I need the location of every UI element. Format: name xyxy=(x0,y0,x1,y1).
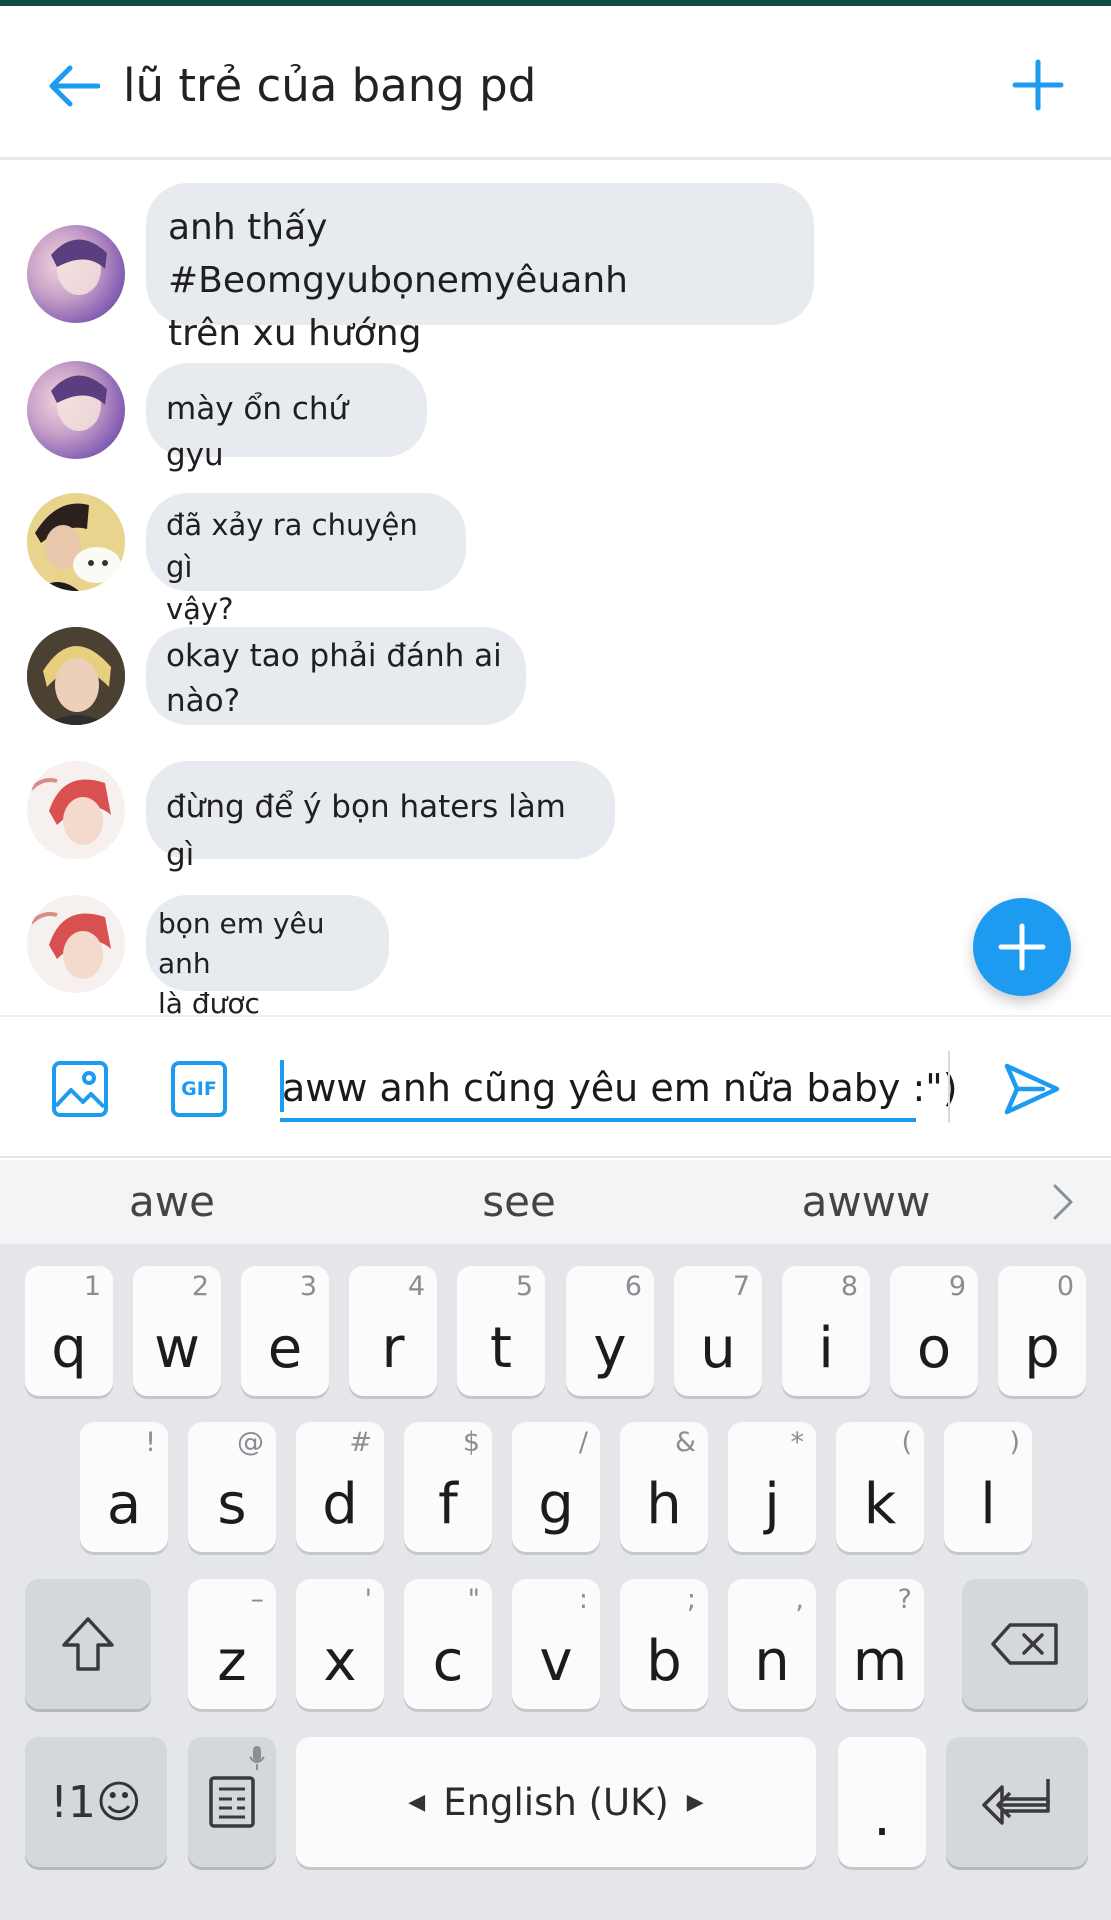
key-i[interactable]: 8i xyxy=(782,1266,870,1396)
message-text: bọn em yêu anh là được xyxy=(158,907,325,1020)
key-j[interactable]: * j xyxy=(728,1422,816,1552)
key-x[interactable]: ' x xyxy=(296,1579,384,1709)
backspace-key[interactable] xyxy=(962,1579,1088,1709)
key-n[interactable]: ,n xyxy=(728,1579,816,1709)
avatar[interactable] xyxy=(27,761,125,859)
space-bar-language: English (UK) xyxy=(443,1780,669,1824)
key-e[interactable]: 3e xyxy=(241,1266,329,1396)
suggestion[interactable]: awww xyxy=(736,1160,996,1244)
avatar[interactable] xyxy=(27,361,125,459)
message-composer: GIF aww anh cũng yêu em nữa baby :") xyxy=(0,1015,1111,1158)
language-right-icon: ▶ xyxy=(686,1789,704,1815)
message-row: mày ổn chứ gyu xyxy=(0,361,1111,473)
image-icon xyxy=(52,1061,108,1117)
key-z[interactable]: – z xyxy=(188,1579,276,1709)
clipboard-icon xyxy=(209,1776,255,1828)
arrow-left-icon xyxy=(49,65,100,107)
message-bubble[interactable]: okay tao phải đánh ai nào? xyxy=(146,627,526,725)
back-button[interactable] xyxy=(44,56,104,116)
key-u[interactable]: 7u xyxy=(674,1266,762,1396)
image-attach-button[interactable] xyxy=(50,1059,110,1119)
key-o[interactable]: 9o xyxy=(890,1266,978,1396)
avatar[interactable] xyxy=(27,627,125,725)
key-k[interactable]: (k xyxy=(836,1422,924,1552)
key-t[interactable]: 5t xyxy=(457,1266,545,1396)
message-input[interactable]: aww anh cũng yêu em nữa baby :") xyxy=(280,1052,958,1122)
conversation-title: lũ trẻ của bang pd xyxy=(123,59,537,112)
key-p[interactable]: 0p xyxy=(998,1266,1086,1396)
key-q[interactable]: 1q xyxy=(25,1266,113,1396)
suggestion[interactable]: see xyxy=(389,1160,649,1244)
key-w[interactable]: 2w xyxy=(133,1266,221,1396)
language-left-icon: ◀ xyxy=(408,1789,426,1815)
key-v[interactable]: :v xyxy=(512,1579,600,1709)
key-g[interactable]: / g xyxy=(512,1422,600,1552)
key-f[interactable]: $ f xyxy=(404,1422,492,1552)
message-text: okay tao phải đánh ai nào? xyxy=(166,638,502,719)
key-a[interactable]: ! a xyxy=(80,1422,168,1552)
message-bubble[interactable]: anh thấy #Beomgyubọnemyêuanh trên xu hướ… xyxy=(146,183,814,354)
key-d[interactable]: # d xyxy=(296,1422,384,1552)
gif-label: GIF xyxy=(181,1078,217,1100)
avatar[interactable] xyxy=(27,895,125,993)
space-bar[interactable]: ◀ English (UK) ▶ xyxy=(296,1737,816,1867)
message-bubble[interactable]: đừng để ý bọn haters làm gì xyxy=(146,761,615,873)
add-member-button[interactable] xyxy=(1005,52,1071,118)
enter-icon xyxy=(982,1779,1050,1825)
expand-suggestions-button[interactable] xyxy=(1045,1180,1081,1224)
clipboard-voice-key[interactable] xyxy=(188,1737,276,1867)
send-icon xyxy=(1004,1063,1060,1115)
key-c[interactable]: " c xyxy=(404,1579,492,1709)
key-y[interactable]: 6y xyxy=(566,1266,654,1396)
plus-icon xyxy=(1012,59,1064,111)
chevron-right-icon xyxy=(1053,1184,1073,1220)
message-bubble[interactable]: mày ổn chứ gyu xyxy=(146,363,427,473)
message-text: anh thấy #Beomgyubọnemyêuanh trên xu hướ… xyxy=(168,207,628,354)
shift-icon xyxy=(62,1617,114,1671)
avatar[interactable] xyxy=(27,493,125,591)
message-text: mày ổn chứ gyu xyxy=(166,391,349,473)
backspace-icon xyxy=(991,1623,1058,1665)
composer-divider xyxy=(948,1051,950,1123)
key-m[interactable]: ? m xyxy=(836,1579,924,1709)
new-message-fab[interactable] xyxy=(973,898,1071,996)
message-bubble[interactable]: đã xảy ra chuyện gì vậy? xyxy=(146,493,466,626)
shift-key[interactable] xyxy=(25,1579,151,1709)
on-screen-keyboard: 1q 2w 3e 4r 5t 6y 7u 8i 9o 0p ! a @ s # d $… xyxy=(0,1244,1111,1920)
send-button[interactable] xyxy=(1000,1057,1064,1121)
message-text: đã xảy ra chuyện gì vậy? xyxy=(166,508,418,626)
gif-button[interactable]: GIF xyxy=(169,1059,229,1119)
suggestion[interactable]: awe xyxy=(42,1160,302,1244)
message-row: anh thấy #Beomgyubọnemyêuanh trên xu hướ… xyxy=(0,183,1111,354)
message-bubble[interactable]: bọn em yêu anh là được xyxy=(146,895,389,1020)
symbols-key-label: !1☺ xyxy=(50,1776,142,1828)
chat-header: lũ trẻ của bang pd xyxy=(0,6,1111,160)
symbols-key[interactable]: !1☺ xyxy=(25,1737,167,1867)
suggestion-bar: awe see awww xyxy=(0,1160,1111,1244)
message-row: okay tao phải đánh ai nào? xyxy=(0,627,1111,725)
enter-key[interactable] xyxy=(946,1737,1088,1867)
message-list[interactable]: anh thấy #Beomgyubọnemyêuanh trên xu hướ… xyxy=(0,163,1111,1020)
key-h[interactable]: & h xyxy=(620,1422,708,1552)
key-r[interactable]: 4r xyxy=(349,1266,437,1396)
key-s[interactable]: @ s xyxy=(188,1422,276,1552)
key-l[interactable]: ) l xyxy=(944,1422,1032,1552)
period-key[interactable]: . xyxy=(838,1737,926,1867)
message-text: đừng để ý bọn haters làm gì xyxy=(166,789,566,873)
key-b[interactable]: ; b xyxy=(620,1579,708,1709)
message-input-text: aww anh cũng yêu em nữa baby :") xyxy=(282,1066,958,1110)
message-row: đừng để ý bọn haters làm gì xyxy=(0,761,1111,873)
avatar[interactable] xyxy=(27,225,125,323)
period-key-label: . xyxy=(873,1783,891,1849)
plus-icon xyxy=(998,923,1046,971)
message-row: đã xảy ra chuyện gì vậy? xyxy=(0,493,1111,626)
message-row: bọn em yêu anh là được xyxy=(0,895,1111,1020)
